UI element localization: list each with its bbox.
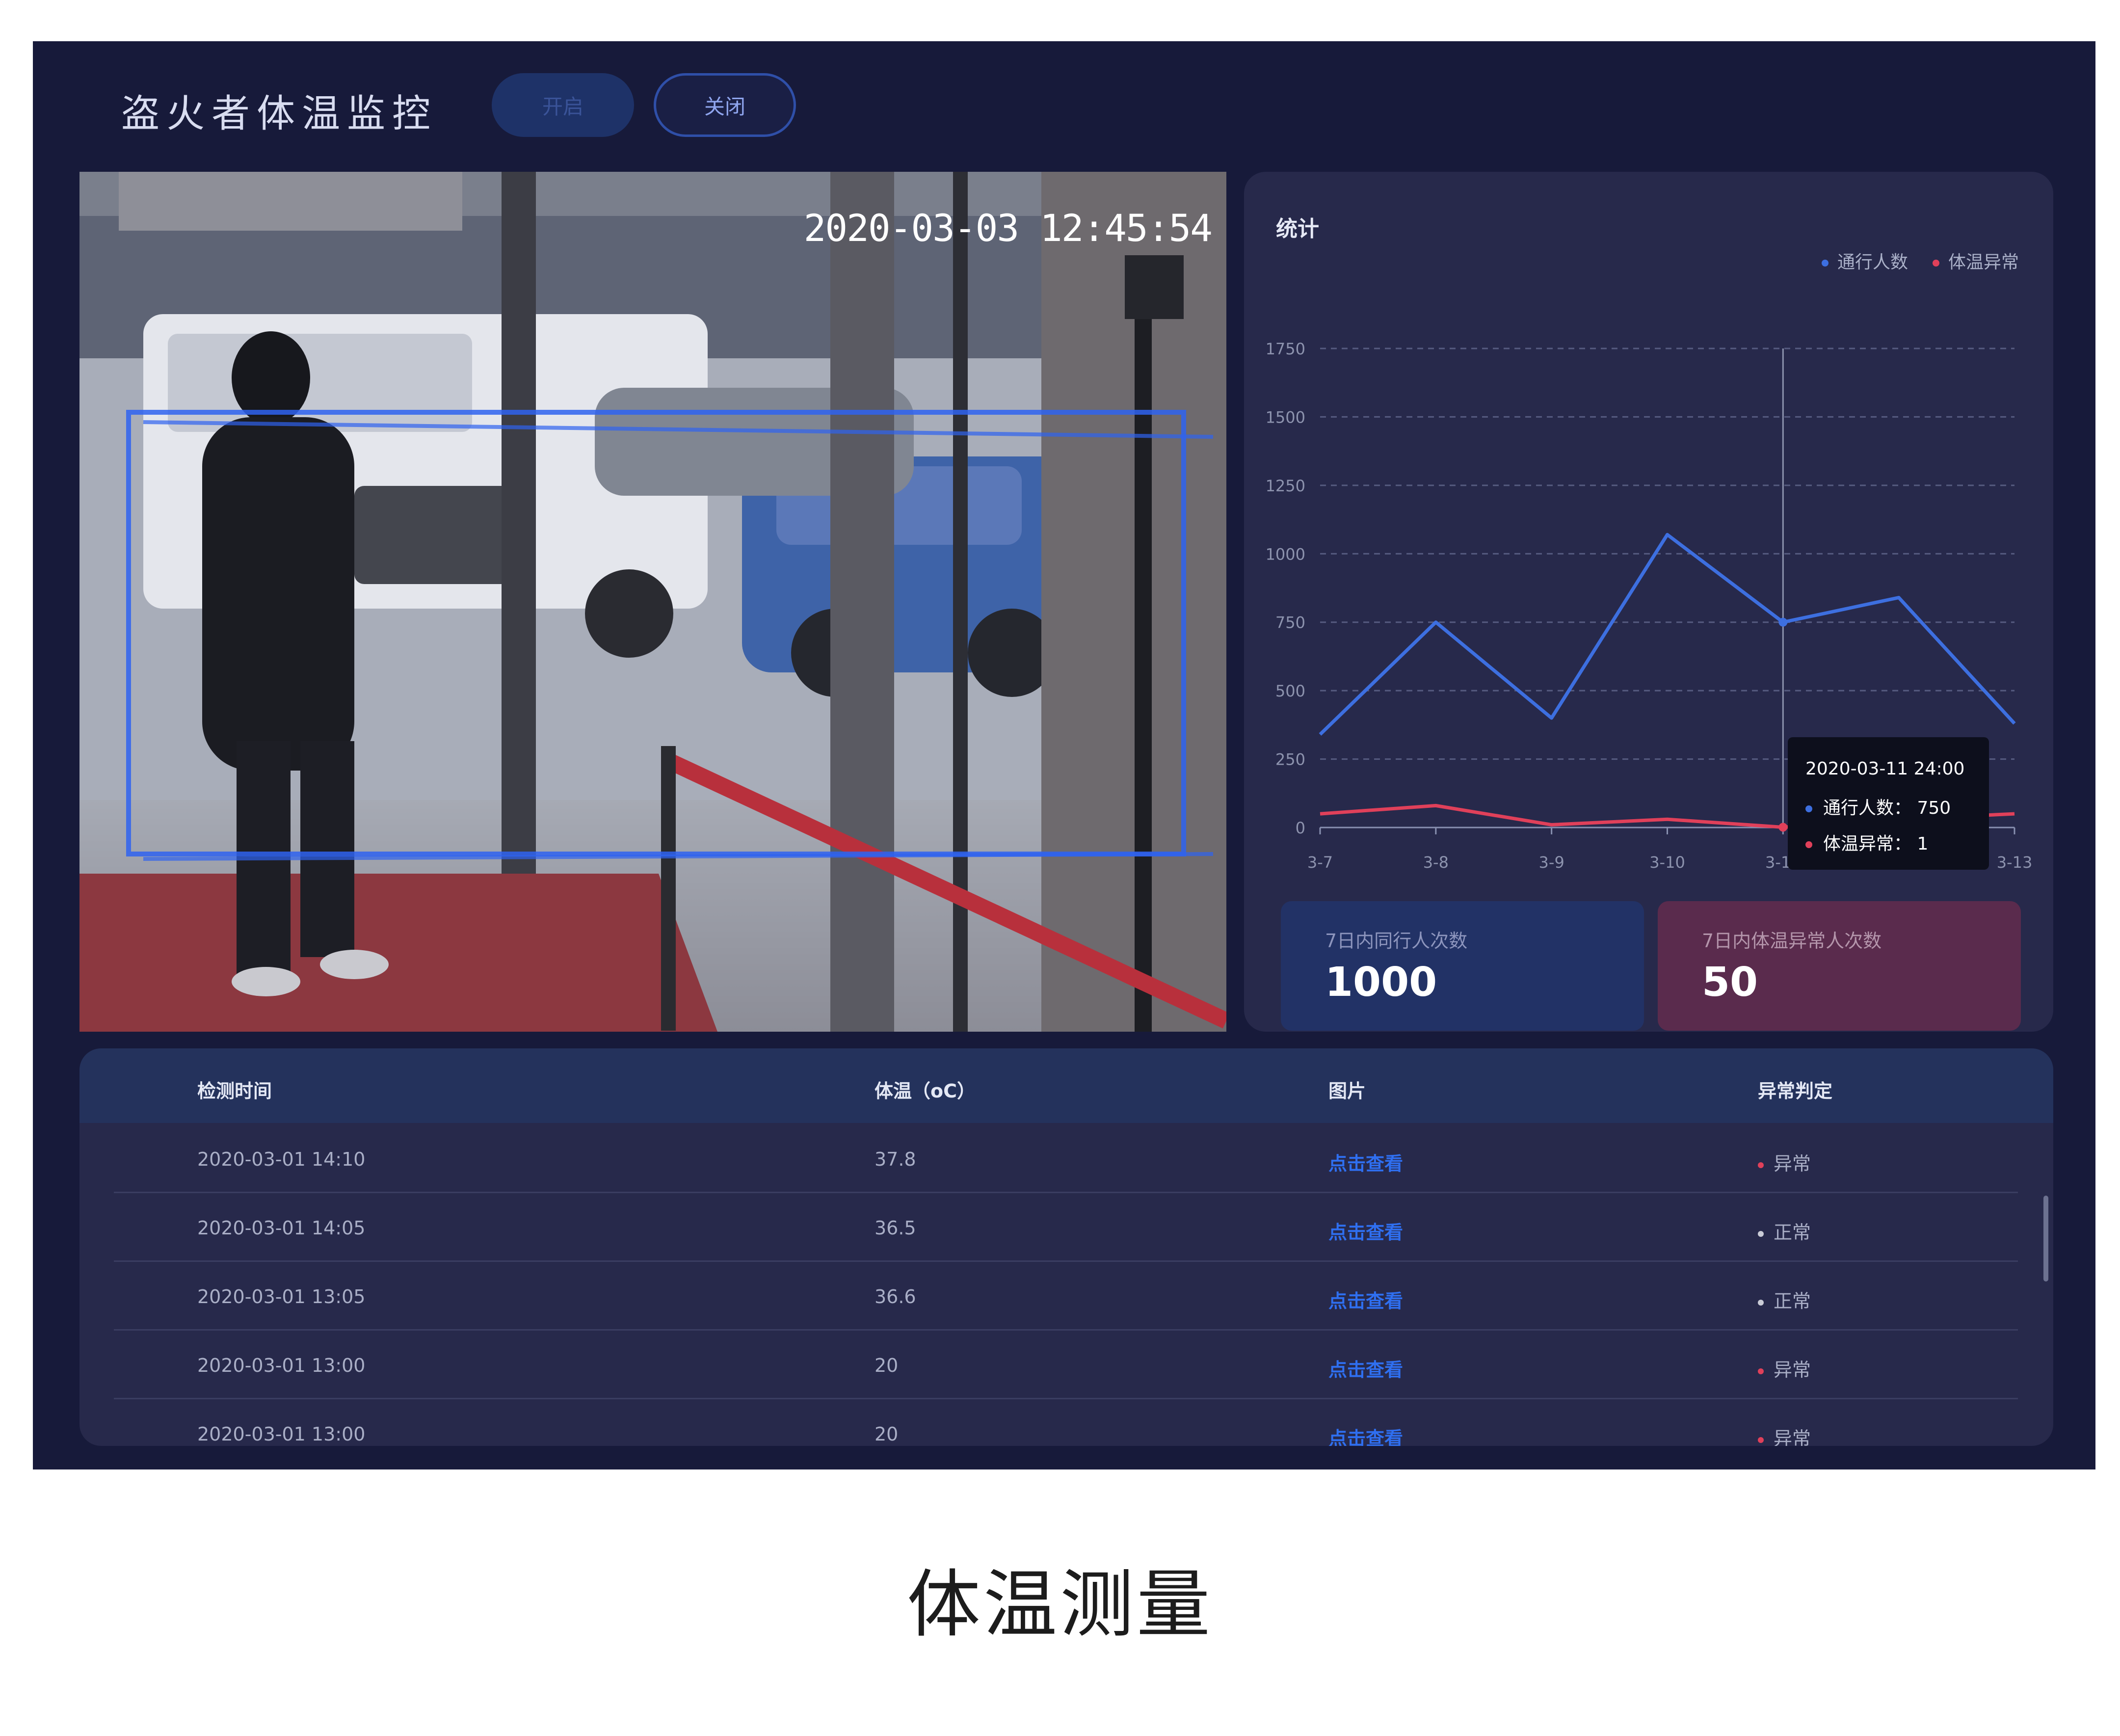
- cell-judgement: 异常: [1758, 1355, 1811, 1382]
- y-tick-label: 750: [1275, 614, 1305, 632]
- legend-dot-icon: [1932, 260, 1939, 267]
- page-caption: 体温测量: [906, 1562, 1213, 1648]
- cell-judgement: 正常: [1758, 1217, 1811, 1244]
- header-time: 检测时间: [197, 1080, 272, 1102]
- view-image-link[interactable]: 点击查看: [1328, 1355, 1403, 1382]
- tooltip-value: 1: [1917, 834, 1929, 854]
- kpi-label: 7日内体温异常人次数: [1702, 930, 1882, 952]
- x-tick-label: 3-9: [1539, 853, 1564, 872]
- tooltip-title: 2020-03-11 24:00: [1805, 759, 1965, 779]
- status-dot-icon: [1758, 1299, 1764, 1306]
- tooltip-row-passers: 通行人数： 750: [1805, 794, 1951, 819]
- chart-legend: 通行人数 体温异常: [1821, 248, 2019, 273]
- table-scrollbar[interactable]: [2043, 1196, 2048, 1282]
- status-label: 异常: [1774, 1428, 1811, 1446]
- tooltip-value: 750: [1917, 798, 1951, 818]
- dashboard-panel: 盗火者体温监控 开启 关闭 2020-03-03 12:45:54 0 250 …: [33, 41, 2095, 1469]
- x-tick-label: 3-10: [1649, 853, 1685, 872]
- camera-timestamp: 2020-03-03 12:45:54: [803, 206, 1213, 250]
- camera-scene: [80, 172, 1226, 1032]
- cell-time: 2020-03-01 13:05: [197, 1286, 366, 1308]
- view-image-link[interactable]: 点击查看: [1328, 1148, 1403, 1175]
- y-tick-label: 1750: [1266, 340, 1305, 358]
- table-header: 检测时间 体温（oC） 图片 异常判定: [80, 1048, 2053, 1123]
- cell-judgement: 正常: [1758, 1286, 1811, 1313]
- tooltip-dot-icon: [1805, 841, 1812, 848]
- cell-temperature: 37.8: [874, 1148, 916, 1170]
- header-judgement: 异常判定: [1758, 1080, 1833, 1102]
- stats-panel: 0 250 500 750 1000 1250 1500 1750 3-7 3-8 3-9 3-10 3…: [1244, 172, 2053, 1032]
- app-title: 盗火者体温监控: [121, 92, 438, 136]
- tooltip-label: 通行人数：: [1823, 798, 1912, 818]
- header-image: 图片: [1328, 1080, 1366, 1102]
- legend-label: 通行人数: [1837, 252, 1908, 272]
- header-temperature: 体温（oC）: [874, 1080, 976, 1102]
- status-label: 异常: [1774, 1359, 1811, 1381]
- y-tick-label: 1250: [1266, 477, 1305, 495]
- view-image-link[interactable]: 点击查看: [1328, 1217, 1403, 1244]
- status-label: 正常: [1774, 1290, 1811, 1312]
- kpi-label: 7日内同行人次数: [1325, 930, 1468, 952]
- table-row: 2020-03-01 14:05 36.5 点击查看 正常: [114, 1192, 2018, 1262]
- chart-tooltip: 2020-03-11 24:00 通行人数： 750 体温异常： 1: [1788, 737, 1989, 870]
- kpi-abnormal-card: 7日内体温异常人次数 50: [1658, 901, 2021, 1031]
- stats-title: 统计: [1276, 216, 1319, 241]
- x-tick-label: 3-7: [1307, 853, 1333, 872]
- cell-temperature: 20: [874, 1355, 899, 1376]
- status-dot-icon: [1758, 1437, 1764, 1443]
- legend-label: 体温异常: [1948, 252, 2019, 272]
- y-tick-label: 0: [1296, 819, 1305, 837]
- status-dot-icon: [1758, 1368, 1764, 1374]
- status-label: 异常: [1774, 1153, 1811, 1175]
- table-row: 2020-03-01 14:10 37.8 点击查看 异常: [114, 1123, 2018, 1193]
- data-point: [1778, 823, 1788, 832]
- stop-button[interactable]: 关闭: [654, 73, 796, 137]
- tooltip-label: 体温异常：: [1823, 834, 1912, 854]
- y-tick-label: 500: [1275, 682, 1305, 700]
- legend-dot-icon: [1821, 260, 1828, 267]
- y-tick-label: 250: [1275, 750, 1305, 769]
- cell-temperature: 20: [874, 1423, 899, 1445]
- kpi-passers-card: 7日内同行人次数 1000: [1281, 901, 1644, 1031]
- kpi-value: 50: [1702, 959, 1758, 1006]
- x-tick-label: 3-8: [1423, 853, 1449, 872]
- tooltip-row-abnormal: 体温异常： 1: [1805, 829, 1928, 855]
- cell-time: 2020-03-01 14:10: [197, 1148, 366, 1170]
- data-point: [1778, 617, 1788, 627]
- series-line-0: [1319, 533, 2016, 736]
- cell-temperature: 36.6: [874, 1286, 916, 1308]
- records-table: 检测时间 体温（oC） 图片 异常判定 2020-03-01 14:10 37.8…: [80, 1048, 2053, 1446]
- view-image-link[interactable]: 点击查看: [1328, 1286, 1403, 1313]
- cell-time: 2020-03-01 13:00: [197, 1423, 366, 1445]
- view-image-link[interactable]: 点击查看: [1328, 1423, 1403, 1446]
- start-button[interactable]: 开启: [492, 73, 634, 137]
- table-row: 2020-03-01 13:00 20 点击查看 异常: [114, 1329, 2018, 1399]
- y-tick-label: 1500: [1266, 408, 1305, 427]
- y-tick-label: 1000: [1266, 545, 1305, 563]
- legend-item-abnormal[interactable]: 体温异常: [1932, 248, 2019, 273]
- table-row: 2020-03-01 13:05 36.6 点击查看 正常: [114, 1260, 2018, 1331]
- x-tick-label: 3-13: [1997, 853, 2033, 872]
- table-row: 2020-03-01 13:00 20 点击查看 异常: [114, 1398, 2018, 1446]
- cell-time: 2020-03-01 13:00: [197, 1355, 366, 1376]
- tooltip-dot-icon: [1805, 805, 1812, 812]
- kpi-value: 1000: [1325, 959, 1437, 1006]
- cell-judgement: 异常: [1758, 1423, 1811, 1446]
- status-dot-icon: [1758, 1162, 1764, 1168]
- cell-temperature: 36.5: [874, 1217, 916, 1239]
- status-dot-icon: [1758, 1230, 1764, 1237]
- status-label: 正常: [1774, 1222, 1811, 1243]
- cell-time: 2020-03-01 14:05: [197, 1217, 366, 1239]
- camera-feed: 2020-03-03 12:45:54: [80, 172, 1226, 1032]
- legend-item-passers[interactable]: 通行人数: [1821, 248, 1908, 273]
- cell-judgement: 异常: [1758, 1148, 1811, 1175]
